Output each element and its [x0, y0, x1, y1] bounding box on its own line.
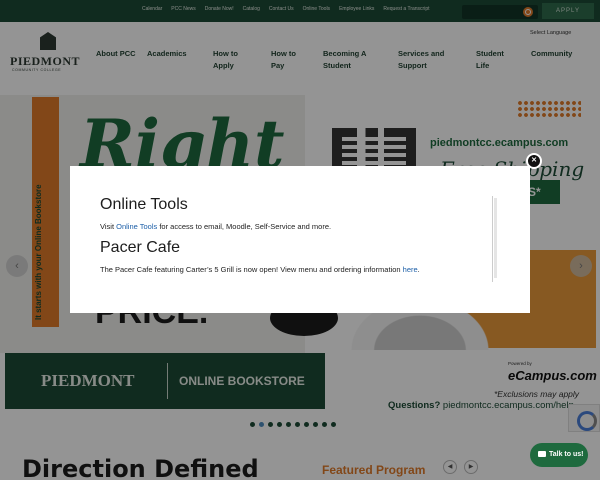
text-fragment: Visit [100, 222, 117, 231]
chat-button[interactable]: Talk to us! [530, 443, 588, 467]
modal-pacer-cafe-text: The Pacer Cafe featuring Carter’s 5 Gril… [100, 265, 420, 274]
online-tools-link[interactable]: Online Tools [116, 222, 157, 231]
text-fragment: . [417, 265, 420, 274]
announcement-modal: Online Tools Visit Online Tools for acce… [70, 166, 530, 313]
modal-scrollbar[interactable] [492, 196, 498, 282]
pacer-cafe-link[interactable]: here [403, 265, 418, 274]
close-icon[interactable]: ✕ [526, 153, 542, 169]
modal-title-pacer-cafe: Pacer Cafe [100, 239, 181, 256]
text-fragment: for access to email, Moodle, Self-Servic… [157, 222, 332, 231]
text-fragment: The Pacer Cafe featuring Carter’s 5 Gril… [100, 265, 403, 274]
modal-online-tools-text: Visit Online Tools for access to email, … [100, 222, 331, 231]
modal-title-online-tools: Online Tools [100, 196, 188, 213]
chat-icon [538, 451, 546, 457]
chat-label: Talk to us! [549, 451, 584, 458]
